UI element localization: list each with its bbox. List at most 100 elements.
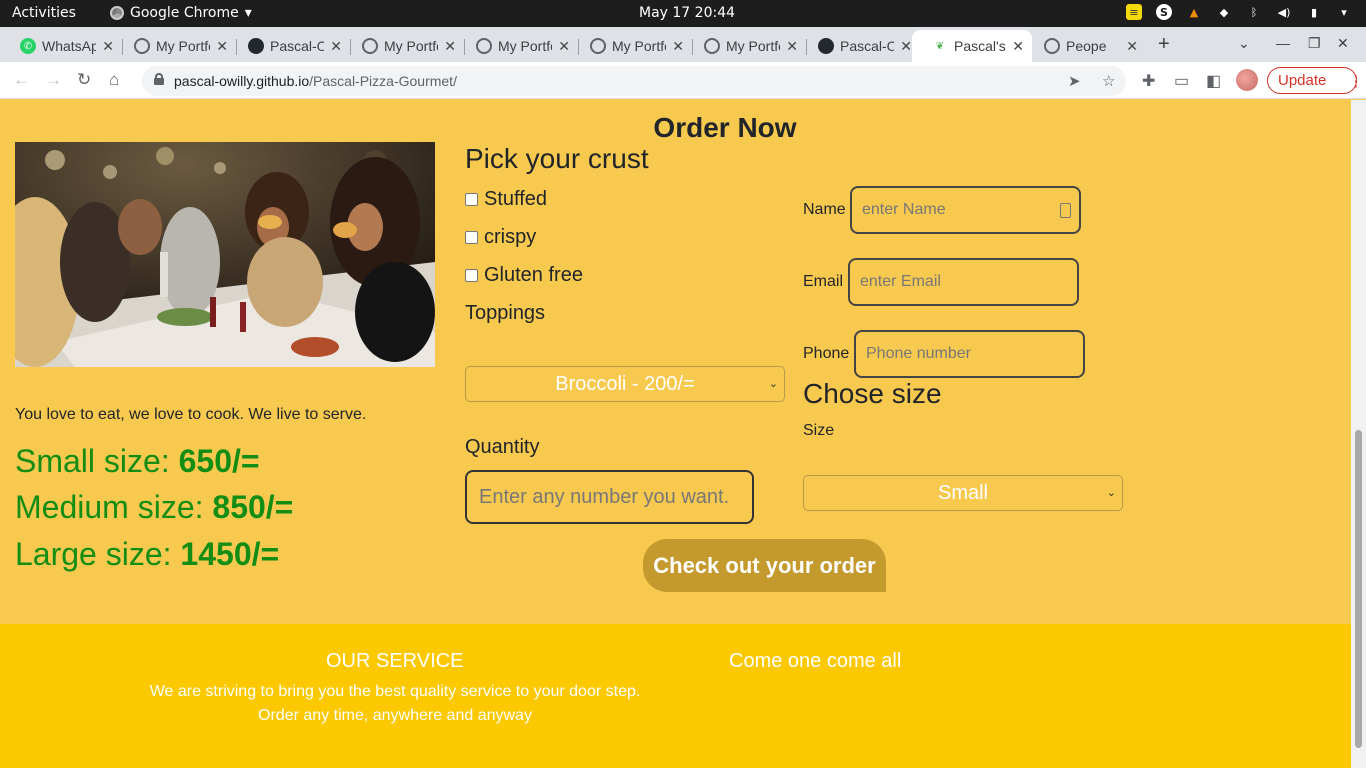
close-icon[interactable]: ✕ <box>216 38 228 55</box>
browser-tab[interactable]: My Portfolio ✕ <box>342 30 464 62</box>
lock-icon[interactable] <box>154 73 164 85</box>
cast-icon[interactable]: ▭ <box>1174 71 1189 91</box>
side-panel-icon[interactable]: ◧ <box>1206 71 1221 91</box>
browser-tab-active[interactable]: ❦ Pascal's ✕ <box>912 30 1032 62</box>
tab-title: My Portfolio <box>612 38 666 54</box>
email-input[interactable]: enter Email <box>848 258 1079 306</box>
scrollbar-thumb[interactable] <box>1355 430 1362 748</box>
reload-icon[interactable]: ↻ <box>77 70 91 90</box>
profile-avatar[interactable] <box>1236 69 1258 91</box>
name-input[interactable]: enter Name <box>850 186 1081 234</box>
globe-icon <box>590 38 606 54</box>
browser-tab[interactable]: Peope ✕ <box>1024 30 1146 62</box>
price-medium: Medium size: 850/= <box>15 489 294 525</box>
chevron-down-icon: ⌄ <box>1106 487 1116 499</box>
tab-title: Pascal-Owilly <box>840 38 894 54</box>
friends-eating-pizza-photo <box>15 142 435 367</box>
close-icon[interactable]: ✕ <box>102 38 114 55</box>
browser-tab[interactable]: My Portfolio ✕ <box>684 30 806 62</box>
send-icon[interactable]: ➤ <box>1068 72 1081 90</box>
crust-option-stuffed[interactable]: Stuffed <box>465 188 547 211</box>
app-menu[interactable]: Google Chrome ▾ <box>110 5 252 21</box>
close-icon[interactable]: ✕ <box>558 38 570 55</box>
contact-card-icon[interactable] <box>1060 203 1071 218</box>
checkout-button[interactable]: Check out your order <box>643 539 886 592</box>
crust-option-crispy[interactable]: crispy <box>465 226 536 249</box>
close-icon[interactable]: ✕ <box>900 38 912 55</box>
price-large: Large size: 1450/= <box>15 536 280 572</box>
battery-icon[interactable]: ▮ <box>1306 4 1322 20</box>
tab-search-icon[interactable]: ⌄ <box>1238 35 1250 52</box>
close-icon[interactable]: ✕ <box>330 38 342 55</box>
skype-icon[interactable]: S <box>1156 4 1172 20</box>
back-icon[interactable]: ← <box>13 70 30 90</box>
close-icon[interactable]: ✕ <box>672 38 684 55</box>
new-tab-button[interactable]: + <box>1158 33 1170 56</box>
crust-title: Pick your crust <box>465 143 649 174</box>
crispy-checkbox[interactable] <box>465 231 478 244</box>
browser-tab[interactable]: Pascal-Owilly ✕ <box>228 30 350 62</box>
tab-title: My Portfolio <box>726 38 780 54</box>
github-icon <box>248 38 264 54</box>
tab-title: My Portfolio <box>156 38 210 54</box>
activities-button[interactable]: Activities <box>12 5 76 21</box>
update-button[interactable]: Update ⋮ <box>1267 67 1363 94</box>
order-title: Order Now <box>653 112 797 143</box>
bookmark-star-icon[interactable]: ☆ <box>1102 72 1115 90</box>
phone-input[interactable]: Phone number <box>854 330 1085 378</box>
close-icon[interactable]: ✕ <box>786 38 798 55</box>
wifi-icon[interactable]: ◆ <box>1216 4 1232 20</box>
close-icon[interactable]: ✕ <box>1126 38 1138 55</box>
notes-icon[interactable]: ≡ <box>1126 4 1142 20</box>
close-icon[interactable]: ✕ <box>444 38 456 55</box>
quantity-input[interactable]: Enter any number you want. <box>465 470 754 524</box>
vlc-icon[interactable]: ▲ <box>1186 4 1202 20</box>
phone-label: Phone <box>803 345 850 362</box>
tab-title: Peope <box>1066 38 1107 54</box>
tab-title: My Portfolio <box>498 38 552 54</box>
forward-icon[interactable]: → <box>45 70 62 90</box>
clock[interactable]: May 17 20:44 <box>639 5 735 21</box>
price-small: Small size: 650/= <box>15 443 260 479</box>
size-select[interactable]: Small ⌄ <box>803 475 1123 511</box>
stuffed-checkbox[interactable] <box>465 193 478 206</box>
minimize-icon[interactable]: — <box>1276 35 1290 51</box>
browser-tab[interactable]: Pascal-Owilly ✕ <box>798 30 920 62</box>
globe-icon <box>704 38 720 54</box>
url-text[interactable]: pascal-owilly.github.io/Pascal-Pizza-Gou… <box>174 73 457 89</box>
window-close-icon[interactable]: ✕ <box>1337 35 1349 52</box>
chevron-down-icon: ⌄ <box>768 378 778 390</box>
browser-tab[interactable]: My Portfolio ✕ <box>570 30 692 62</box>
browser-tab[interactable]: My Portfolio ✕ <box>456 30 578 62</box>
toppings-select[interactable]: Broccoli - 200/= ⌄ <box>465 366 785 402</box>
system-tray[interactable]: ≡ S ▲ ◆ ᛒ ◀) ▮ ▾ <box>1126 4 1352 20</box>
maximize-icon[interactable]: ❐ <box>1308 35 1321 52</box>
size-label: Size <box>803 422 835 439</box>
extensions-icon[interactable]: ✚ <box>1142 71 1155 91</box>
close-icon[interactable]: ✕ <box>1012 38 1024 55</box>
gluten-free-checkbox[interactable] <box>465 269 478 282</box>
size-title: Chose size <box>803 378 942 409</box>
update-label: Update <box>1278 72 1327 89</box>
service-line-1: We are striving to bring you the best qu… <box>149 683 641 700</box>
globe-icon <box>1044 38 1060 54</box>
more-menu-icon[interactable]: ⋮ <box>1348 72 1363 90</box>
home-icon[interactable]: ⌂ <box>109 70 119 90</box>
browser-toolbar: ← → ↻ ⌂ pascal-owilly.github.io/Pascal-P… <box>0 62 1366 99</box>
tagline: You love to eat, we love to cook. We liv… <box>15 406 367 423</box>
quantity-label: Quantity <box>465 436 540 458</box>
toppings-label: Toppings <box>465 302 546 324</box>
bluetooth-icon[interactable]: ᛒ <box>1246 4 1262 20</box>
footer: OUR SERVICE We are striving to bring you… <box>0 624 1351 768</box>
chevron-down-icon[interactable]: ▾ <box>1336 4 1352 20</box>
volume-icon[interactable]: ◀) <box>1276 4 1292 20</box>
globe-icon <box>362 38 378 54</box>
browser-tab[interactable]: ✆ WhatsApp ✕ <box>0 30 122 62</box>
service-line-2: Order any time, anywhere and anyway <box>258 707 532 724</box>
crust-option-gluten-free[interactable]: Gluten free <box>465 264 583 287</box>
page-scrollbar[interactable] <box>1351 100 1366 768</box>
name-label: Name <box>803 201 846 218</box>
tab-title: Pascal's <box>954 38 1006 54</box>
browser-tab[interactable]: My Portfolio ✕ <box>114 30 236 62</box>
address-bar[interactable]: pascal-owilly.github.io/Pascal-Pizza-Gou… <box>142 66 1126 96</box>
